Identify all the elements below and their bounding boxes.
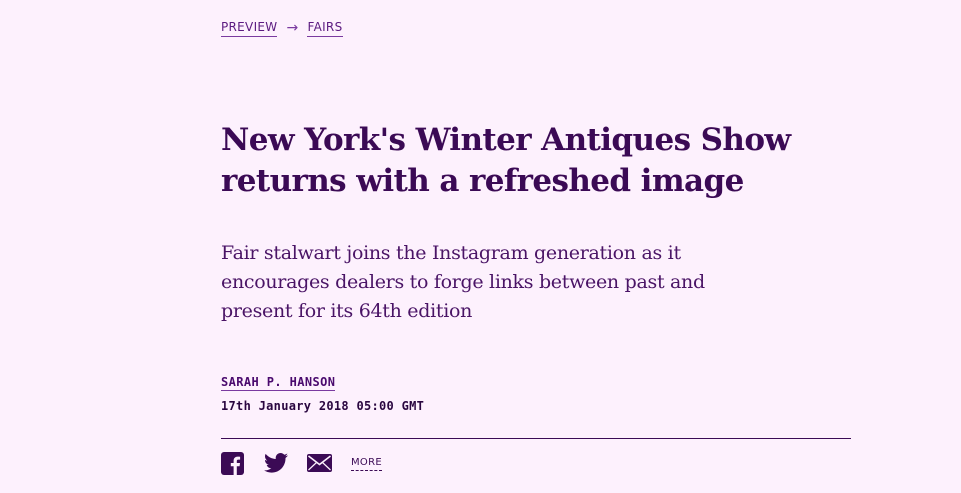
breadcrumb-arrow-icon: → [286,20,299,36]
facebook-icon[interactable] [221,451,244,475]
email-icon[interactable] [307,454,332,472]
publish-date: 17th January 2018 05:00 GMT [221,399,425,413]
breadcrumb: PREVIEW → FAIRS [221,19,343,37]
breadcrumb-link-preview[interactable]: PREVIEW [221,19,278,37]
breadcrumb-link-fairs[interactable]: FAIRS [307,19,343,37]
author-link[interactable]: SARAH P. HANSON [221,374,336,391]
more-share-button[interactable]: MORE [351,456,382,471]
twitter-icon[interactable] [264,452,288,474]
article-standfirst: Fair stalwart joins the Instagram genera… [221,242,705,322]
article-headline: New York's Winter Antiques Show returns … [221,122,791,199]
divider [221,438,851,439]
share-bar: MORE [221,451,382,475]
